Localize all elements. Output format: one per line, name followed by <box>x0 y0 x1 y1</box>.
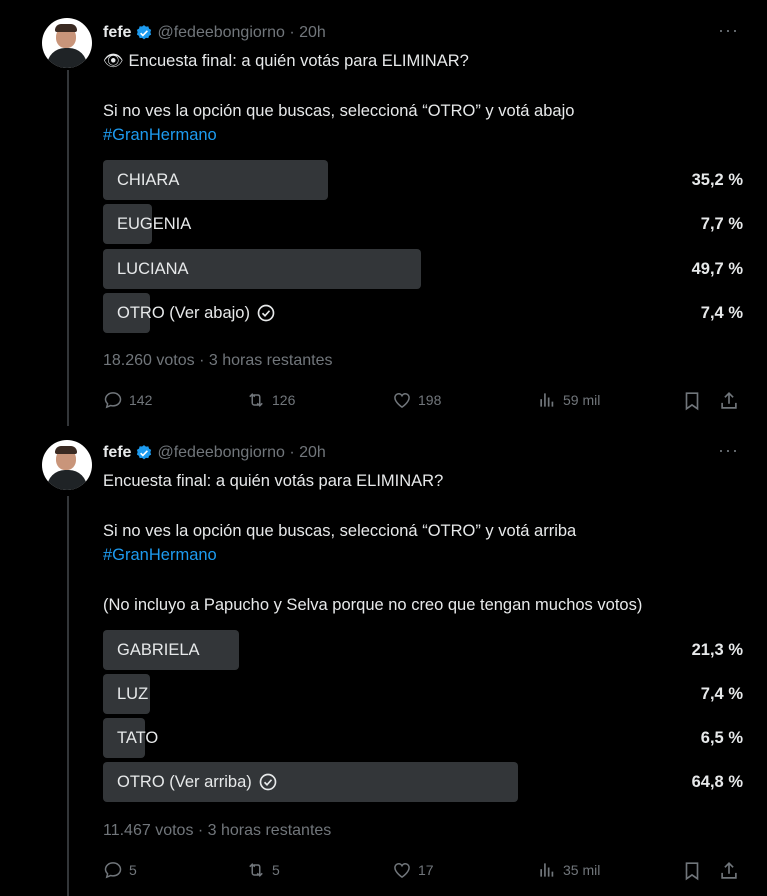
tweet-header: fefe @fedeebongiorno · 20h <box>103 22 326 44</box>
views-count: 35 mil <box>563 862 601 878</box>
thread-line <box>67 70 69 426</box>
action-bar: 5 5 17 35 mil <box>103 860 743 884</box>
check-circle-icon <box>257 304 275 322</box>
poll-option: OTRO (Ver abajo) 7,4 % <box>103 293 743 333</box>
poll-option-percent: 21,3 % <box>691 641 743 659</box>
share-icon[interactable] <box>718 860 740 882</box>
tweet-1[interactable]: fefe @fedeebongiorno · 20h ··· 👁 Encuest… <box>24 0 767 426</box>
poll-option-percent: 64,8 % <box>691 773 743 791</box>
tweet-2[interactable]: fefe @fedeebongiorno · 20h ··· Encuesta … <box>24 426 767 896</box>
more-icon[interactable]: ··· <box>718 440 739 461</box>
repost-button[interactable]: 126 <box>246 390 295 410</box>
avatar[interactable] <box>42 18 92 68</box>
verified-badge-icon <box>137 25 152 40</box>
views-button[interactable]: 35 mil <box>537 860 600 880</box>
like-count: 198 <box>418 392 442 408</box>
heart-icon <box>394 862 410 878</box>
tweet-text-line1: 👁 Encuesta final: a quién votás para ELI… <box>103 52 469 70</box>
repost-count: 5 <box>272 862 280 878</box>
poll-option-percent: 6,5 % <box>700 729 743 747</box>
check-circle-icon <box>259 773 277 791</box>
poll-option-label: EUGENIA <box>117 215 192 233</box>
repost-icon <box>249 393 263 407</box>
author-name[interactable]: fefe <box>103 444 131 462</box>
author-handle[interactable]: @fedeebongiorno · 20h <box>157 444 325 462</box>
poll-option-label: LUZ <box>117 685 149 703</box>
avatar[interactable] <box>42 440 92 490</box>
more-icon[interactable]: ··· <box>718 20 739 41</box>
poll-option-percent: 7,4 % <box>700 304 743 322</box>
repost-button[interactable]: 5 <box>246 860 280 880</box>
poll-option-percent: 35,2 % <box>691 171 743 189</box>
share-icon[interactable] <box>718 390 740 412</box>
hashtag-link[interactable]: #GranHermano <box>103 544 217 566</box>
like-count: 17 <box>418 862 434 878</box>
poll-option-label: CHIARA <box>117 171 180 189</box>
views-button[interactable]: 59 mil <box>537 390 600 410</box>
poll-option: LUCIANA 49,7 % <box>103 249 743 289</box>
repost-icon <box>249 863 263 877</box>
poll-option: TATO 6,5 % <box>103 718 743 758</box>
bookmark-icon[interactable] <box>681 860 703 882</box>
reply-button[interactable]: 142 <box>103 390 152 410</box>
action-bar: 142 126 198 59 mil <box>103 390 743 414</box>
poll-option-percent: 7,4 % <box>700 685 743 703</box>
poll-option-label: LUCIANA <box>117 260 189 278</box>
poll-option: CHIARA 35,2 % <box>103 160 743 200</box>
repost-count: 126 <box>272 392 296 408</box>
poll-votes-info: 18.260 votos · 3 horas restantes <box>103 352 333 369</box>
verified-badge-icon <box>137 445 152 460</box>
views-icon <box>540 863 554 877</box>
bookmark-icon[interactable] <box>681 390 703 412</box>
poll-option-percent: 7,7 % <box>700 215 743 233</box>
tweet-text-line3: (No incluyo a Papucho y Selva porque no … <box>103 596 643 614</box>
thread-line <box>67 496 69 896</box>
hashtag-link[interactable]: #GranHermano <box>103 124 217 146</box>
like-button[interactable]: 198 <box>392 390 441 410</box>
views-icon <box>540 393 554 407</box>
reply-button[interactable]: 5 <box>103 860 137 880</box>
poll-option: EUGENIA 7,7 % <box>103 204 743 244</box>
poll-option: GABRIELA 21,3 % <box>103 630 743 670</box>
poll-option-percent: 49,7 % <box>691 260 743 278</box>
poll-option-label: OTRO (Ver abajo) <box>117 293 276 333</box>
author-name[interactable]: fefe <box>103 24 131 42</box>
eye-emoji-icon: 👁 <box>103 52 124 70</box>
poll-votes-info: 11.467 votos · 3 horas restantes <box>103 822 332 839</box>
poll-option-label: OTRO (Ver arriba) <box>117 762 278 802</box>
reply-icon <box>104 392 122 409</box>
reply-count: 142 <box>129 392 153 408</box>
tweet-text-line1: Encuesta final: a quién votás para ELIMI… <box>103 472 444 490</box>
author-handle[interactable]: @fedeebongiorno · 20h <box>157 24 325 42</box>
poll-option-label: TATO <box>117 729 159 747</box>
reply-count: 5 <box>129 862 137 878</box>
heart-icon <box>394 392 410 408</box>
poll-option-label: GABRIELA <box>117 641 200 659</box>
tweet-text-line2: Si no ves la opción que buscas, seleccio… <box>103 522 577 540</box>
views-count: 59 mil <box>563 392 601 408</box>
poll-option: OTRO (Ver arriba) 64,8 % <box>103 762 743 802</box>
like-button[interactable]: 17 <box>392 860 434 880</box>
tweet-text-line2: Si no ves la opción que buscas, seleccio… <box>103 102 575 120</box>
poll-option: LUZ 7,4 % <box>103 674 743 714</box>
reply-icon <box>104 862 122 879</box>
tweet-header: fefe @fedeebongiorno · 20h <box>103 442 326 464</box>
